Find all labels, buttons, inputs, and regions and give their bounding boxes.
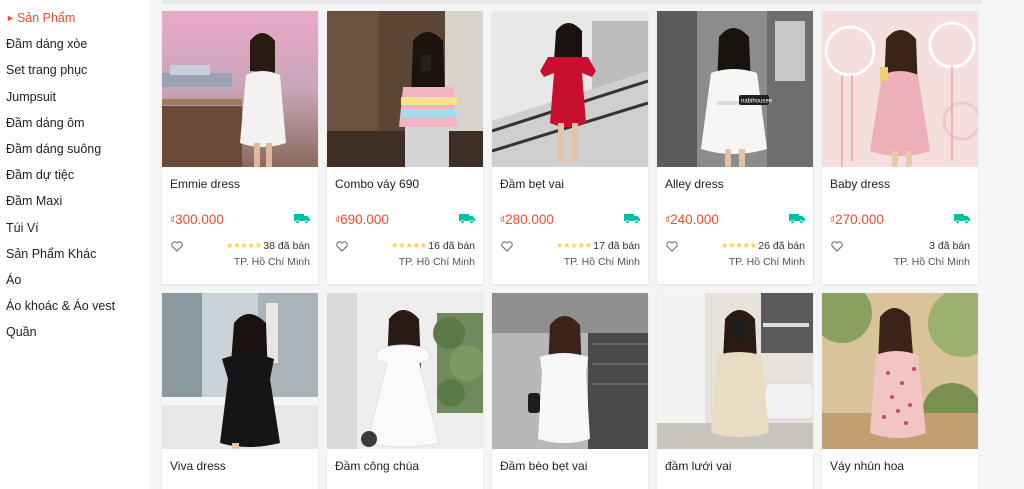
sold-count: 16 đã bán <box>428 240 475 252</box>
product-name: Viva dress <box>170 459 226 473</box>
free-shipping-icon <box>789 214 805 224</box>
product-meta: ★★★★★ 16 đã bán TP. Hồ Chí Minh <box>327 235 483 269</box>
product-image <box>492 293 648 449</box>
product-card[interactable]: Baby dress ₫270.000 3 đã bán TP. Hồ Chí … <box>822 11 978 284</box>
product-price: 280.000 <box>505 212 554 227</box>
product-image <box>162 11 318 167</box>
product-image <box>327 11 483 167</box>
sidebar-item-san-pham-khac[interactable]: Sản Phẩm Khác <box>0 246 150 272</box>
free-shipping-icon <box>459 214 475 224</box>
sidebar-item-jumpsuit[interactable]: Jumpsuit <box>0 89 150 115</box>
sidebar-item-ao[interactable]: Áo <box>0 272 150 298</box>
caret-right-icon: ► <box>6 13 15 23</box>
product-name: Đầm bẹt vai <box>500 177 565 191</box>
product-image <box>822 293 978 449</box>
product-price: 270.000 <box>835 212 884 227</box>
price-row: ₫300.000 <box>162 201 318 235</box>
free-shipping-icon <box>954 214 970 224</box>
product-price: 690.000 <box>340 212 389 227</box>
sidebar-item-tui-vi[interactable]: Túi Ví <box>0 220 150 246</box>
shop-location: TP. Hồ Chí Minh <box>728 256 805 268</box>
product-image <box>822 11 978 167</box>
heart-outline-icon[interactable] <box>831 241 843 252</box>
sidebar-item-quan[interactable]: Quần <box>0 324 150 350</box>
product-card[interactable]: Đầm bẹt vai ₫280.000 ★★★★★ 17 đã bán TP.… <box>492 11 648 284</box>
sidebar-item-dam-dang-xoe[interactable]: Đầm dáng xòe <box>0 36 150 62</box>
sold-count: 3 đã bán <box>929 240 970 252</box>
product-image <box>492 11 648 167</box>
product-card[interactable]: Đầm công chúa <box>327 293 483 489</box>
product-name: Baby dress <box>830 177 891 191</box>
product-card[interactable]: nabihousee Alley dress ₫240.000 ★★★★★ 26… <box>657 11 813 284</box>
free-shipping-icon <box>294 214 310 224</box>
product-card[interactable]: đầm lưới vai <box>657 293 813 489</box>
rating-stars: ★★★★★ <box>391 241 427 250</box>
heart-outline-icon[interactable] <box>336 241 348 252</box>
sidebar-item-ao-khoac-ao-vest[interactable]: Áo khoác & Áo vest <box>0 298 150 324</box>
product-meta: ★★★★★ 26 đã bán TP. Hồ Chí Minh <box>657 235 813 269</box>
product-card[interactable]: Viva dress <box>162 293 318 489</box>
free-shipping-icon <box>624 214 640 224</box>
rating-stars: ★★★★★ <box>226 241 262 250</box>
svg-text:nabihousee: nabihousee <box>741 99 773 105</box>
sold-count: 38 đã bán <box>263 240 310 252</box>
sold-count: 26 đã bán <box>758 240 805 252</box>
sidebar-item-san-pham[interactable]: ► Sản Phẩm <box>0 10 150 36</box>
product-image <box>657 293 813 449</box>
product-name: Combo váy 690 <box>335 177 420 191</box>
price-row: ₫280.000 <box>492 201 648 235</box>
product-name: đầm lưới vai <box>665 459 732 473</box>
product-name: Váy nhún hoa <box>830 459 905 473</box>
product-card[interactable]: Đầm bèo bẹt vai <box>492 293 648 489</box>
price-row: ₫270.000 <box>822 201 978 235</box>
sidebar-item-dam-dang-om[interactable]: Đầm dáng ôm <box>0 115 150 141</box>
rating-stars: ★★★★★ <box>721 241 757 250</box>
price-row: ₫240.000 <box>657 201 813 235</box>
sidebar-item-label: Sản Phẩm <box>16 11 76 25</box>
sidebar-item-dam-maxi[interactable]: Đầm Maxi <box>0 193 150 219</box>
product-name: Đầm bèo bẹt vai <box>500 459 588 473</box>
product-price: 300.000 <box>175 212 224 227</box>
product-meta: ★★★★★ 38 đã bán TP. Hồ Chí Minh <box>162 235 318 269</box>
top-divider <box>162 0 982 4</box>
product-name: Alley dress <box>665 177 724 191</box>
sidebar-item-dam-du-tiec[interactable]: Đầm dự tiệc <box>0 167 150 193</box>
shop-location: TP. Hồ Chí Minh <box>563 256 640 268</box>
shop-location: TP. Hồ Chí Minh <box>893 256 970 268</box>
product-meta: ★★★★★ 17 đã bán TP. Hồ Chí Minh <box>492 235 648 269</box>
rating-stars: ★★★★★ <box>556 241 592 250</box>
heart-outline-icon[interactable] <box>501 241 513 252</box>
product-name: Đầm công chúa <box>335 459 420 473</box>
product-meta: 3 đã bán TP. Hồ Chí Minh <box>822 235 978 269</box>
product-card[interactable]: Váy nhún hoa <box>822 293 978 489</box>
heart-outline-icon[interactable] <box>171 241 183 252</box>
product-card[interactable]: Combo váy 690 ₫690.000 ★★★★★ 16 đã bán T… <box>327 11 483 284</box>
price-row: ₫690.000 <box>327 201 483 235</box>
product-image: nabihousee <box>657 11 813 167</box>
product-card[interactable]: Emmie dress ₫300.000 ★★★★★ 38 đã bán TP.… <box>162 11 318 284</box>
shop-location: TP. Hồ Chí Minh <box>233 256 310 268</box>
sold-count: 17 đã bán <box>593 240 640 252</box>
product-image <box>162 293 318 449</box>
heart-outline-icon[interactable] <box>666 241 678 252</box>
product-image <box>327 293 483 449</box>
shop-location: TP. Hồ Chí Minh <box>398 256 475 268</box>
product-price: 240.000 <box>670 212 719 227</box>
product-name: Emmie dress <box>170 177 241 191</box>
category-sidebar: ► Sản Phẩm Đầm dáng xòe Set trang phục Ju… <box>0 0 150 489</box>
sidebar-item-set-trang-phuc[interactable]: Set trang phục <box>0 62 150 88</box>
sidebar-item-dam-dang-suong[interactable]: Đầm dáng suông <box>0 141 150 167</box>
